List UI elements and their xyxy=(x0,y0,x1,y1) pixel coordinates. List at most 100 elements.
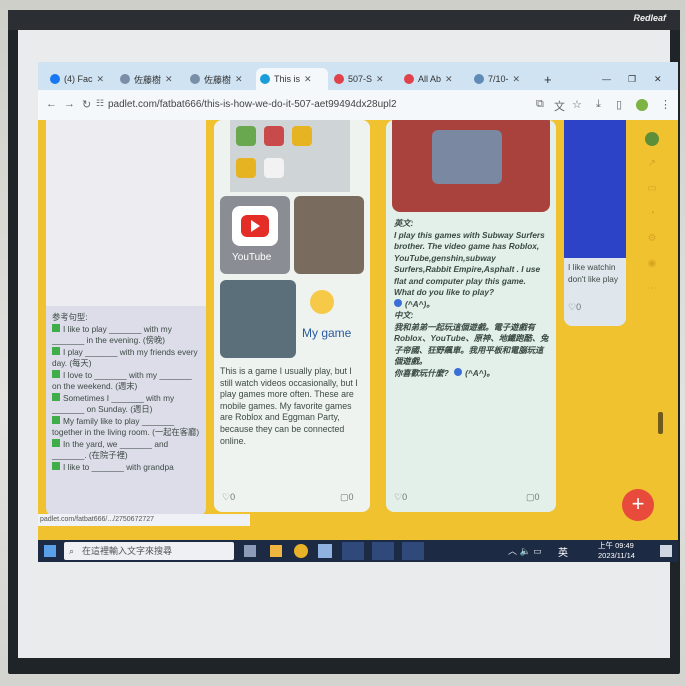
scrollbar-thumb[interactable] xyxy=(658,412,663,434)
tab-sato-1[interactable]: 佐藤樹 ✕ xyxy=(116,68,184,90)
window-close-icon[interactable]: ✕ xyxy=(650,68,666,90)
post-body: This is a game I usually play, but I sti… xyxy=(220,366,358,446)
tab-sato-2[interactable]: 佐藤樹 ✕ xyxy=(186,68,254,90)
post-body-english: 英文: I play this games with Subway Surfer… xyxy=(394,218,550,379)
minimize-icon[interactable]: — xyxy=(598,68,614,90)
comments-counter[interactable]: ▢0 xyxy=(340,492,354,503)
close-icon[interactable]: ✕ xyxy=(165,74,173,85)
english-heading: 英文: xyxy=(394,218,414,228)
padlet-card-far-right[interactable]: I like watchin don't like play ♡0 xyxy=(564,120,626,326)
checkbox-icon xyxy=(52,438,60,447)
heart-icon xyxy=(120,74,130,84)
tab-facebook[interactable]: (4) Fac ✕ xyxy=(46,68,114,90)
tray-icons[interactable]: ︿ 🔈 ▭ xyxy=(508,544,542,557)
taskbar-edge-active[interactable] xyxy=(402,542,424,560)
padlet-card-right[interactable]: 英文: I play this games with Subway Surfer… xyxy=(386,120,556,512)
more-icon[interactable]: ⋯ xyxy=(638,283,666,294)
checkbox-icon xyxy=(52,369,60,378)
chrome-icon[interactable] xyxy=(294,544,308,558)
comments-counter[interactable]: ▢0 xyxy=(526,492,540,503)
ime-indicator[interactable]: 英 xyxy=(558,544,568,559)
taskbar-app-active[interactable] xyxy=(342,542,364,560)
clock[interactable]: 上午 09:49 2023/11/14 xyxy=(598,541,635,561)
new-tab-button[interactable]: + xyxy=(540,68,562,90)
slideshow-icon[interactable]: ▭ xyxy=(638,183,666,194)
padlet-side-toolbar: ↗ ▭ ◔ ⚙ ◉ ⋯ xyxy=(638,128,666,368)
close-icon[interactable]: ✕ xyxy=(513,74,521,85)
sidebar-icon[interactable]: ▯ xyxy=(616,98,622,111)
taskbar-search-input[interactable]: ⌕ 在這裡輸入文字來搜尋 xyxy=(64,542,234,560)
padlet-board: 参考句型: I like to play _______ with my ___… xyxy=(38,120,678,540)
mobile-games-screenshot xyxy=(220,280,296,358)
bookmark-star-icon[interactable]: ☆ xyxy=(572,98,582,111)
profile-avatar[interactable] xyxy=(636,99,648,111)
likes-counter[interactable]: ♡0 xyxy=(394,492,407,503)
facebook-icon xyxy=(50,74,60,84)
app-grid-screenshot-top xyxy=(230,120,350,192)
sentence-patterns: 参考句型: I like to play _______ with my ___… xyxy=(52,312,202,473)
tab-507[interactable]: 507-S ✕ xyxy=(330,68,398,90)
notification-icon[interactable] xyxy=(660,545,672,557)
close-icon[interactable]: ✕ xyxy=(445,74,453,85)
pattern-line: I like to play _______ with my _______ i… xyxy=(52,323,172,345)
projector-brand: Redleaf xyxy=(633,13,666,23)
address-bar-row: ← → ↻ ☷ padlet.com/fatbat666/this-is-how… xyxy=(38,90,678,121)
info-icon[interactable]: ◉ xyxy=(638,258,666,269)
taskbar-chrome-active[interactable] xyxy=(372,542,394,560)
url-field[interactable]: padlet.com/fatbat666/this-is-how-we-do-i… xyxy=(108,96,528,114)
close-icon[interactable]: ✕ xyxy=(376,74,384,85)
pattern-line: I like to _______ with grandpa xyxy=(52,461,202,474)
maximize-icon[interactable]: ❐ xyxy=(624,68,640,90)
back-arrow-icon[interactable]: ← xyxy=(46,98,57,110)
checkbox-icon xyxy=(52,323,60,332)
file-explorer-icon[interactable] xyxy=(270,545,282,557)
emoji-icon xyxy=(394,298,402,307)
post-body: I like watchin don't like play xyxy=(568,262,619,284)
bell-icon[interactable]: ◔ xyxy=(638,208,666,219)
padlet-card-middle[interactable]: YouTube My game This is a game I usually… xyxy=(214,120,370,512)
heart-icon xyxy=(190,74,200,84)
close-icon[interactable]: ✕ xyxy=(97,74,105,85)
reload-icon[interactable]: ↻ xyxy=(82,98,91,111)
heart-icon xyxy=(474,74,484,84)
pattern-line: Sometimes I _______ with my _______ on S… xyxy=(52,392,175,414)
task-view-icon[interactable] xyxy=(244,545,256,557)
padlet-card-left[interactable]: 参考句型: I like to play _______ with my ___… xyxy=(46,120,206,516)
translate-icon[interactable]: 文 xyxy=(554,98,565,114)
pattern-line: In the yard, we _______ and _______. (在院… xyxy=(52,438,169,460)
english-emote-row: (^A^)。 xyxy=(394,298,550,311)
smiley-icon xyxy=(310,290,334,314)
share-icon[interactable]: ↗ xyxy=(638,158,666,169)
tab-padlet-active[interactable]: This is ✕ xyxy=(256,68,328,90)
checkbox-icon xyxy=(52,392,60,401)
chinese-text: 我和弟弟一起玩這個遊戲。電子遊戲有Roblox、YouTube、原神、地鐵跑酷、… xyxy=(394,321,549,367)
app-icon[interactable] xyxy=(318,544,332,558)
likes-counter[interactable]: ♡0 xyxy=(222,492,235,503)
site-info-icon[interactable]: ☷ xyxy=(96,98,104,109)
tab-7-10[interactable]: 7/10- ✕ xyxy=(470,68,538,90)
card-image-blue xyxy=(564,120,626,258)
likes-counter[interactable]: ♡0 xyxy=(568,302,581,313)
status-bar-url: padlet.com/fatbat666/.../2750672727 xyxy=(38,514,250,526)
close-icon[interactable]: ✕ xyxy=(304,74,312,85)
search-icon: ⌕ xyxy=(69,546,75,556)
windows-start-icon[interactable] xyxy=(44,545,56,557)
english-text: I play this games with Subway Surfers br… xyxy=(394,229,545,286)
browser-tab-strip: (4) Fac ✕ 佐藤樹 ✕ 佐藤樹 ✕ This is ✕ 507-S ✕ All A… xyxy=(38,62,678,90)
settings-icon[interactable]: ⚙ xyxy=(638,233,666,244)
youtube-icon xyxy=(232,206,278,246)
add-post-button[interactable]: + xyxy=(622,489,654,521)
cast-icon[interactable]: ⧉ xyxy=(536,98,544,111)
menu-icon[interactable]: ⋮ xyxy=(660,98,671,111)
projected-desktop: (4) Fac ✕ 佐藤樹 ✕ 佐藤樹 ✕ This is ✕ 507-S ✕ All A… xyxy=(38,62,678,562)
ipad-screenshot xyxy=(392,120,550,212)
english-question: What do you like to play? xyxy=(394,287,495,297)
close-icon[interactable]: ✕ xyxy=(235,74,243,85)
user-avatar[interactable] xyxy=(645,132,659,146)
download-icon[interactable]: ⤓ xyxy=(596,98,601,111)
forward-arrow-icon[interactable]: → xyxy=(64,98,75,110)
checkbox-icon xyxy=(52,461,60,470)
tab-all-about[interactable]: All Ab ✕ xyxy=(400,68,468,90)
windows-taskbar: ⌕ 在這裡輸入文字來搜尋 ︿ 🔈 ▭ 英 上午 09:49 2023/11/14 xyxy=(38,540,678,562)
my-game-label: My game xyxy=(302,326,352,340)
